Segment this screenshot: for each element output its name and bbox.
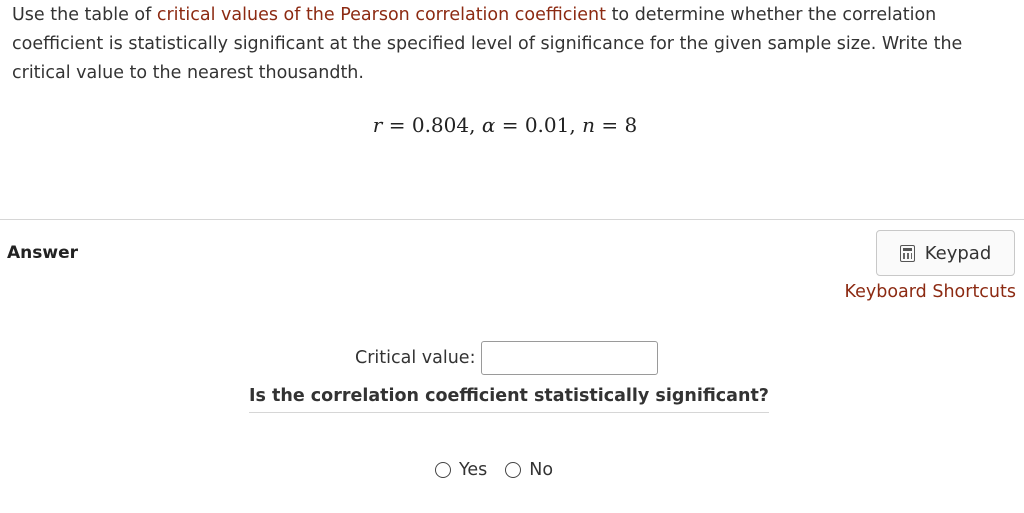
keyboard-shortcuts-link[interactable]: Keyboard Shortcuts	[845, 282, 1016, 302]
alpha-value: 0.01	[524, 113, 570, 137]
option-no-label: No	[529, 460, 554, 480]
keypad-button[interactable]: Keypad	[876, 230, 1015, 276]
answer-heading: Answer	[7, 243, 78, 263]
critical-value-row: Critical value:	[355, 341, 659, 375]
option-no[interactable]: No	[505, 460, 553, 480]
n-variable: n	[582, 113, 595, 137]
keypad-label: Keypad	[924, 242, 992, 264]
radio-button-icon[interactable]	[505, 462, 522, 478]
question-part-1: Use the table of	[12, 5, 157, 25]
option-yes[interactable]: Yes	[435, 460, 487, 480]
radio-button-icon[interactable]	[435, 462, 451, 478]
given-values-formula: r = 0.804, α = 0.01, n = 8	[372, 113, 638, 137]
option-yes-label: Yes	[459, 460, 488, 480]
critical-value-label: Critical value:	[355, 348, 476, 368]
alpha-variable: α	[481, 113, 496, 137]
critical-values-table-link[interactable]: critical values of the Pearson correlati…	[157, 5, 606, 25]
significance-question: Is the correlation coefficient statistic…	[249, 386, 769, 413]
section-divider	[0, 219, 1024, 220]
critical-value-input[interactable]	[481, 341, 659, 375]
r-value: 0.804	[411, 113, 470, 137]
r-variable: r	[372, 113, 383, 137]
n-value: 8	[624, 113, 638, 137]
significance-options: Yes No	[435, 460, 553, 480]
calculator-icon	[899, 244, 915, 262]
question-text: Use the table of critical values of the …	[12, 1, 1012, 88]
